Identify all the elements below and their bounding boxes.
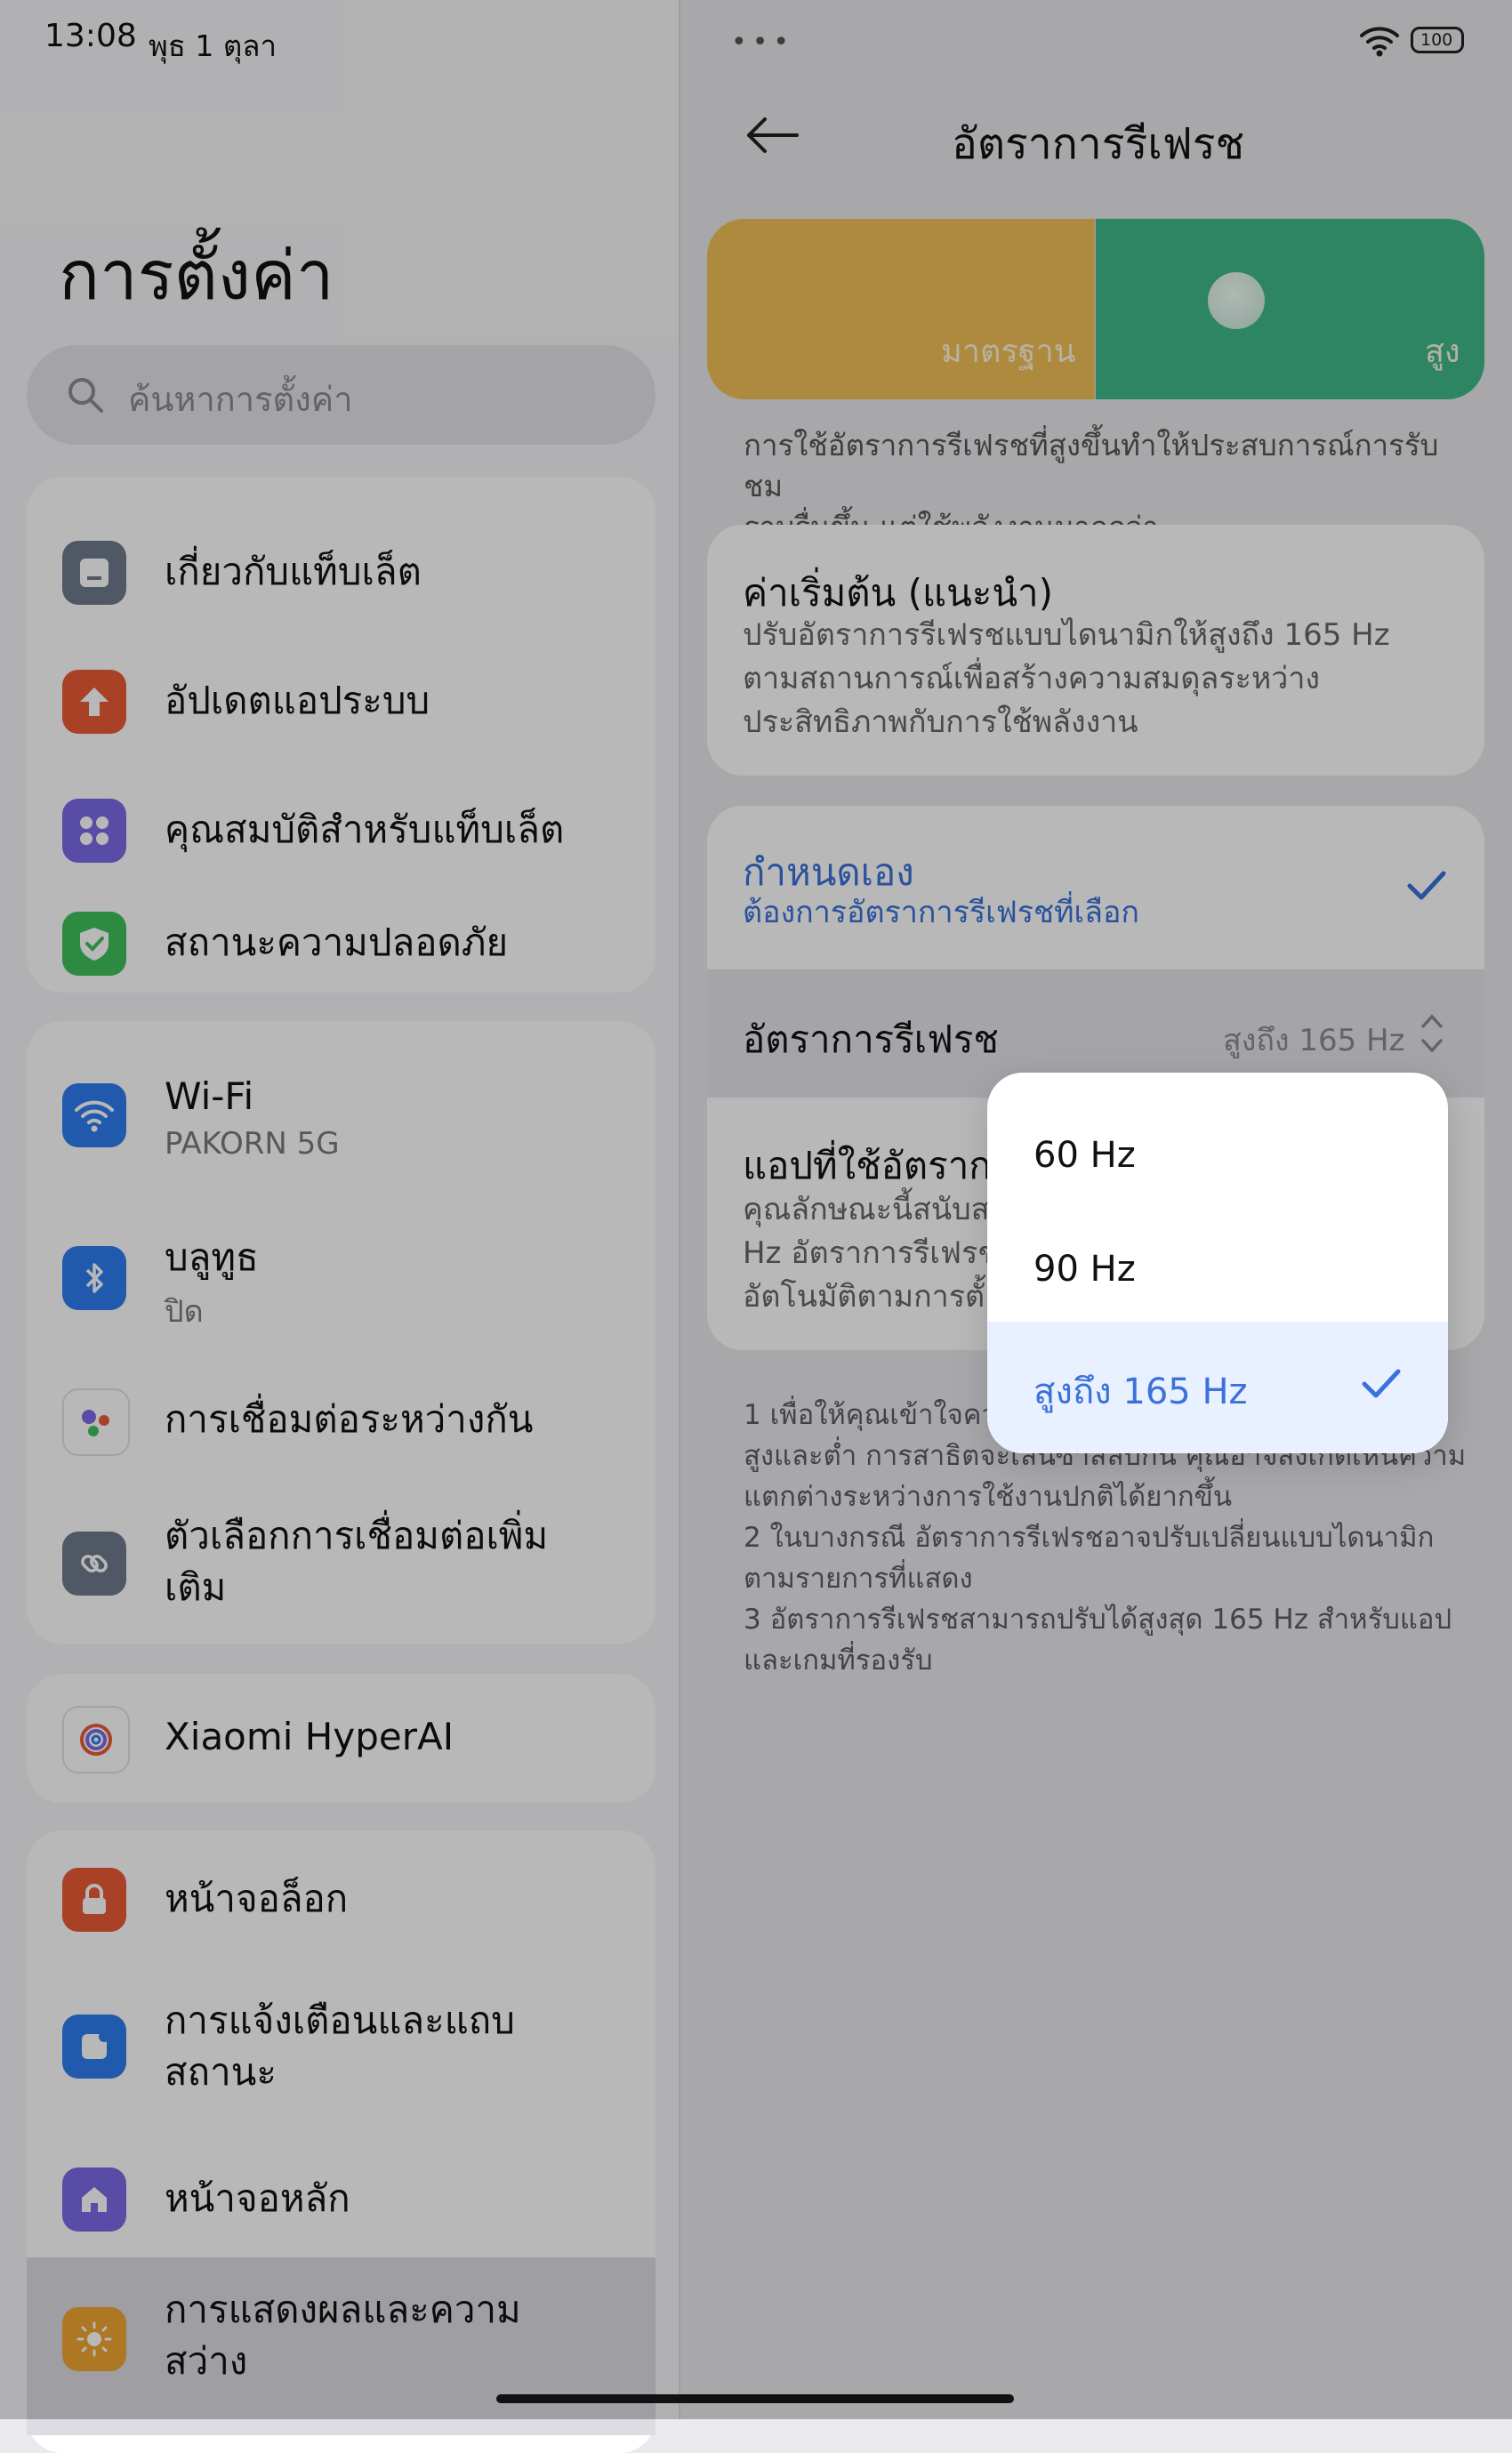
option-up-to-165hz[interactable]: สูงถึง 165 Hz: [987, 1322, 1448, 1453]
option-60hz[interactable]: 60 Hz: [987, 1099, 1448, 1213]
checkmark-icon: [1362, 1369, 1401, 1398]
refresh-rate-dropdown: 60 Hz 90 Hz สูงถึง 165 Hz: [987, 1073, 1448, 1453]
option-label: 90 Hz: [1033, 1249, 1136, 1290]
home-indicator[interactable]: [496, 2394, 1014, 2403]
option-label: สูงถึง 165 Hz: [1033, 1371, 1248, 1412]
option-label: 60 Hz: [1033, 1135, 1136, 1176]
option-90hz[interactable]: 90 Hz: [987, 1213, 1448, 1327]
